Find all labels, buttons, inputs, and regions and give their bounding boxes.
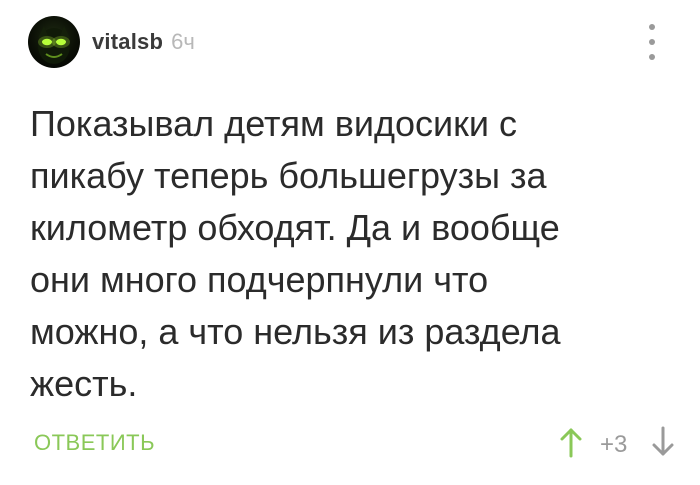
reply-button[interactable]: ОТВЕТИТЬ <box>34 430 155 456</box>
comment-text: Показывал детям видосики с пикабу теперь… <box>30 103 561 404</box>
comment-header: vitalsb 6ч <box>28 14 678 70</box>
comment-rating: +3 <box>600 431 628 458</box>
upvote-button[interactable] <box>558 426 584 458</box>
more-dot <box>649 24 655 30</box>
avatar[interactable] <box>28 16 80 68</box>
downvote-button[interactable] <box>650 426 676 458</box>
arrow-down-icon <box>652 426 674 456</box>
more-dot <box>649 39 655 45</box>
more-dot <box>649 54 655 60</box>
avatar-image <box>38 26 70 64</box>
comment-actions: ОТВЕТИТЬ +3 <box>34 426 684 462</box>
arrow-up-icon <box>560 428 582 458</box>
author-name[interactable]: vitalsb <box>92 29 163 55</box>
more-vertical-icon[interactable] <box>644 24 660 60</box>
comment-time: 6ч <box>171 29 195 54</box>
